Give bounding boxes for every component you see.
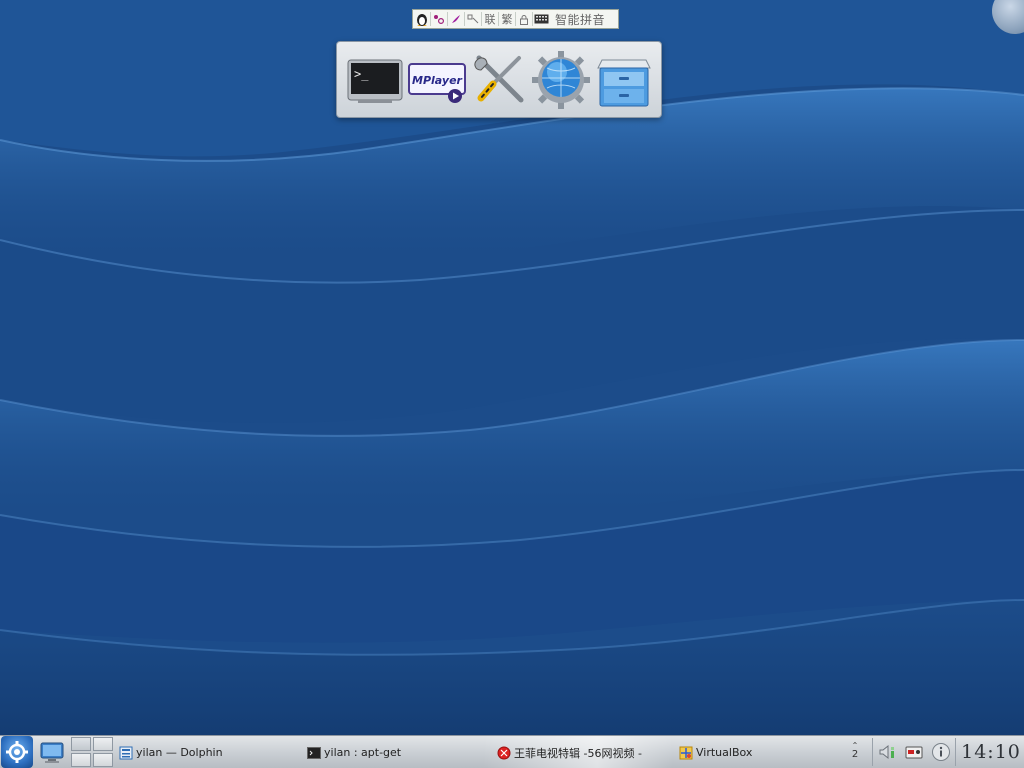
browser-globe-icon	[532, 50, 591, 109]
volume-icon[interactable]	[876, 741, 898, 763]
terminal-icon: >_	[347, 59, 403, 103]
svg-text:MPlayer: MPlayer	[412, 74, 462, 87]
task-label: 王菲电视特辑 -56网视频 -	[514, 746, 642, 760]
lock-icon[interactable]	[517, 11, 531, 27]
brush-icon[interactable]	[449, 11, 463, 27]
file-manager-icon	[596, 59, 651, 106]
mplayer-launcher[interactable]: MPlayer	[407, 50, 467, 110]
task-label: yilan — Dolphin	[136, 746, 223, 759]
mplayer-icon: MPlayer	[407, 62, 466, 103]
traditional-toggle[interactable]: 繁	[500, 11, 514, 27]
task-dolphin[interactable]: yilan — Dolphin	[119, 740, 289, 766]
kde-menu-icon	[6, 741, 28, 763]
virtualbox-icon	[679, 746, 693, 759]
lian-toggle[interactable]: 联	[483, 11, 497, 27]
settings-tools-launcher[interactable]	[469, 50, 529, 110]
taskbar: yilan — Dolphin yilan : apt-get 王菲电视特辑 -…	[0, 735, 1024, 768]
dolphin-icon	[119, 746, 133, 759]
keyboard-icon[interactable]	[534, 11, 549, 27]
network-card-icon[interactable]	[903, 741, 925, 763]
svg-text:>_: >_	[354, 67, 369, 81]
input-mode-label[interactable]: 智能拼音	[555, 11, 605, 28]
terminal-launcher[interactable]: >_	[344, 50, 404, 110]
terminal-icon	[307, 746, 321, 759]
task-virtualbox[interactable]: VirtualBox	[679, 740, 829, 766]
settings-tools-icon	[474, 55, 524, 102]
application-launcher-button[interactable]	[1, 736, 33, 768]
task-label: yilan : apt-get	[324, 746, 402, 759]
pager-desktop-2[interactable]	[93, 737, 113, 751]
task-label: VirtualBox	[696, 746, 753, 759]
task-apt-get[interactable]: yilan : apt-get	[307, 740, 487, 766]
quick-launch-panel: >_ MPlayer	[336, 41, 662, 118]
info-icon[interactable]	[930, 741, 952, 763]
show-desktop-button[interactable]	[37, 737, 67, 767]
system-tray	[872, 738, 956, 766]
virtual-desktop-pager[interactable]	[71, 737, 113, 767]
penguin-icon[interactable]	[415, 11, 429, 27]
task-browser-video[interactable]: 王菲电视特辑 -56网视频 -	[497, 740, 665, 766]
clock[interactable]: 14:10	[958, 737, 1024, 767]
browser-launcher[interactable]	[531, 50, 591, 110]
browser-icon	[497, 746, 511, 759]
pager-desktop-3[interactable]	[71, 753, 91, 767]
input-method-bar: 联 繁 智能拼音	[412, 9, 619, 29]
file-manager-launcher[interactable]	[594, 50, 654, 110]
desktop-number-indicator[interactable]: ⌃ 2	[850, 742, 860, 760]
handwriting-icon[interactable]	[466, 11, 480, 27]
pager-desktop-1[interactable]	[71, 737, 91, 751]
punctuation-icon[interactable]	[432, 11, 446, 27]
desktop-monitor-icon	[40, 742, 64, 763]
pager-desktop-4[interactable]	[93, 753, 113, 767]
